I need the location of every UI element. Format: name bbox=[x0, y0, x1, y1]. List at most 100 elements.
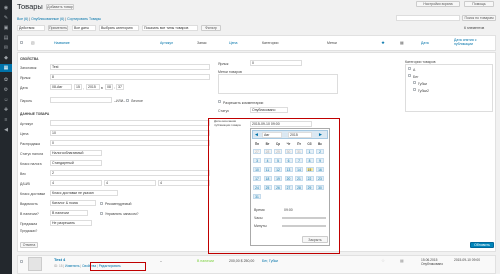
price-input[interactable]: 10 bbox=[50, 130, 210, 136]
close-datepicker-button[interactable]: Закрыть bbox=[302, 236, 328, 243]
help-button[interactable]: Помощь bbox=[464, 1, 494, 7]
search-input[interactable] bbox=[396, 15, 460, 21]
calendar-day[interactable]: 7 bbox=[295, 158, 303, 163]
category-select[interactable]: Выбрать категорию bbox=[99, 25, 139, 31]
calendar-day[interactable]: 4 bbox=[263, 158, 272, 163]
calendar-day[interactable]: 20 bbox=[284, 176, 293, 181]
calendar-day[interactable]: 2 bbox=[316, 149, 324, 154]
calendar-day[interactable]: 31 bbox=[295, 149, 303, 154]
manage-stock-checkbox[interactable] bbox=[100, 211, 103, 215]
sale-input[interactable]: 0 bbox=[50, 140, 210, 146]
row-checkbox[interactable] bbox=[20, 260, 23, 263]
dashboard-icon[interactable]: ◉ bbox=[2, 4, 10, 12]
calendar-day[interactable]: 23 bbox=[316, 176, 324, 181]
calendar-day[interactable]: 16 bbox=[316, 167, 324, 172]
tax-status-select[interactable]: Налогооблагаемый bbox=[50, 150, 102, 156]
calendar-day[interactable]: 21 bbox=[295, 176, 303, 181]
calendar-day[interactable]: 22 bbox=[305, 176, 314, 181]
title-input[interactable]: Test bbox=[50, 64, 210, 70]
calendar-day[interactable]: 5 bbox=[274, 158, 282, 163]
sku-input[interactable] bbox=[50, 120, 210, 126]
instock-select[interactable]: В наличии bbox=[50, 210, 88, 216]
calendar-day[interactable]: 29 bbox=[274, 149, 282, 154]
select-all-checkbox[interactable] bbox=[20, 41, 23, 44]
visibility-select[interactable]: Каталог & поиск bbox=[50, 200, 96, 206]
cancel-button[interactable]: Отмена bbox=[20, 242, 38, 248]
row-categories[interactable]: Бег, Губки bbox=[262, 259, 278, 263]
col-date[interactable]: Дата bbox=[421, 41, 429, 45]
calendar-day[interactable]: 24 bbox=[253, 185, 261, 190]
settings-icon[interactable]: ≡ bbox=[2, 116, 10, 124]
date-min-input[interactable]: 37 bbox=[116, 84, 124, 90]
password-input[interactable] bbox=[50, 97, 112, 103]
media-icon[interactable]: ▣ bbox=[2, 24, 10, 32]
row-featured-star-icon[interactable]: ☆ bbox=[381, 258, 385, 264]
tax-class-select[interactable]: Стандартный bbox=[50, 160, 102, 166]
add-product-button[interactable]: Добавить товар bbox=[46, 4, 74, 10]
dates-select[interactable]: Все даты bbox=[72, 25, 96, 31]
calendar-day[interactable]: 1 bbox=[305, 149, 314, 154]
bulk-action-select[interactable]: Действия bbox=[17, 25, 45, 31]
category-checkbox[interactable] bbox=[413, 81, 416, 84]
calendar-day[interactable]: 10 bbox=[253, 167, 261, 172]
users-icon[interactable]: ☺ bbox=[2, 96, 10, 104]
category-checkbox[interactable] bbox=[408, 67, 411, 70]
calendar-day[interactable]: 27 bbox=[253, 149, 261, 154]
plugins-icon[interactable]: ⚙ bbox=[2, 86, 10, 94]
calendar-day[interactable]: 28 bbox=[263, 149, 272, 154]
calendar-day[interactable]: 27 bbox=[284, 185, 293, 190]
calendar-day[interactable]: 25 bbox=[263, 185, 272, 190]
sort-products-link[interactable]: Сортировать Товары bbox=[67, 17, 101, 21]
featured-checkbox[interactable] bbox=[100, 201, 103, 205]
calendar-day[interactable]: 29 bbox=[305, 185, 314, 190]
comments-icon[interactable]: ✉ bbox=[2, 44, 10, 52]
calendar-day[interactable]: 8 bbox=[305, 158, 314, 163]
pages-icon[interactable]: ▤ bbox=[2, 34, 10, 42]
tools-icon[interactable]: ✚ bbox=[2, 106, 10, 114]
slug2-input[interactable]: 0 bbox=[250, 60, 302, 66]
date-hour-input[interactable]: 08 bbox=[105, 84, 113, 90]
calendar-day[interactable]: 12 bbox=[274, 167, 282, 172]
width-input[interactable]: 4 bbox=[104, 180, 156, 186]
date-day-input[interactable]: 15 bbox=[74, 84, 82, 90]
calendar-day[interactable]: 18 bbox=[263, 176, 272, 181]
shipping-select[interactable]: Класс доставки не указан bbox=[50, 190, 118, 196]
calendar-day[interactable]: 3 bbox=[253, 158, 261, 163]
year-select[interactable]: 2015 bbox=[288, 131, 312, 138]
update-button[interactable]: Обновить bbox=[470, 242, 494, 248]
product-name-link[interactable]: Test 4 bbox=[54, 257, 65, 262]
calendar-day[interactable]: 28 bbox=[295, 185, 303, 190]
featured-star-icon[interactable]: ★ bbox=[381, 40, 385, 46]
calendar-day[interactable]: 15 bbox=[305, 167, 314, 172]
calendar-day[interactable]: 13 bbox=[284, 167, 293, 172]
minutes-slider[interactable] bbox=[282, 224, 326, 227]
posts-icon[interactable]: ✎ bbox=[2, 14, 10, 22]
col-name[interactable]: Название bbox=[54, 41, 70, 45]
calendar-day[interactable]: 31 bbox=[253, 194, 261, 199]
apply-button[interactable]: Применить bbox=[48, 25, 68, 31]
next-month-icon[interactable]: ► bbox=[318, 132, 323, 138]
filter-button[interactable]: Фильтр bbox=[201, 25, 221, 31]
col-expire-date[interactable]: Дата снятия с публикации bbox=[454, 38, 494, 46]
filter-all[interactable]: Все (6) bbox=[17, 17, 28, 21]
prev-month-icon[interactable]: ◄ bbox=[254, 132, 259, 138]
hours-slider[interactable] bbox=[282, 216, 326, 219]
category-checkbox[interactable] bbox=[408, 74, 411, 77]
screen-options-button[interactable]: Настройки экрана bbox=[416, 1, 460, 7]
col-sku[interactable]: Артикул bbox=[160, 41, 173, 45]
calendar-day[interactable]: 26 bbox=[274, 185, 282, 190]
date-month-select[interactable]: 08-Авг bbox=[50, 84, 72, 90]
category-checkbox[interactable] bbox=[413, 88, 416, 91]
status-select[interactable]: Опубликовано bbox=[250, 107, 288, 113]
calendar-day[interactable]: 17 bbox=[253, 176, 261, 181]
calendar-day[interactable]: 6 bbox=[284, 158, 293, 163]
search-button[interactable]: Поиск по товарам bbox=[462, 15, 496, 21]
products-icon[interactable]: ▦ bbox=[0, 64, 12, 72]
product-type-select[interactable]: Показать все типы товаров bbox=[142, 25, 198, 31]
backorders-select[interactable]: Не разрешать bbox=[50, 220, 92, 226]
private-checkbox[interactable] bbox=[126, 98, 129, 102]
woocommerce-icon[interactable]: ◆ bbox=[2, 54, 10, 62]
calendar-day[interactable]: 19 bbox=[274, 176, 282, 181]
col-price[interactable]: Цена bbox=[229, 41, 237, 45]
filter-published[interactable]: Опубликованные (6) bbox=[31, 17, 64, 21]
